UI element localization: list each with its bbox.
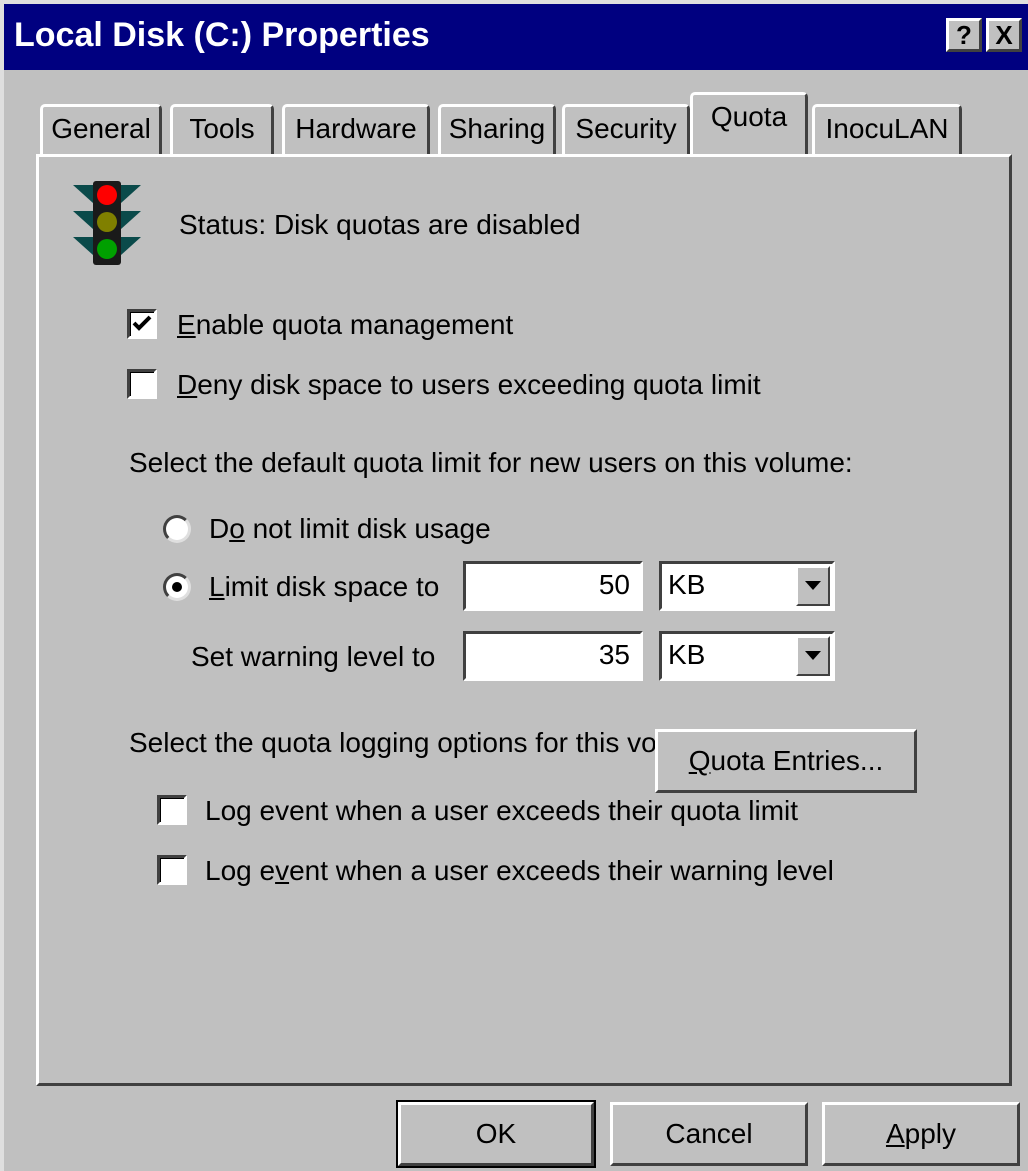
quota-entries-button[interactable]: Quota Entries... (655, 729, 917, 793)
quota-panel: Status: Disk quotas are disabled Enable … (36, 154, 1012, 1086)
check-mark-icon (132, 315, 152, 331)
close-button[interactable]: X (986, 18, 1022, 52)
limit-unit-value: KB (668, 569, 706, 600)
traffic-light-icon (73, 181, 141, 265)
deny-space-checkbox[interactable] (127, 369, 157, 399)
enable-quota-checkbox[interactable] (127, 309, 157, 339)
logging-heading: Select the quota logging options for thi… (129, 727, 726, 758)
log-warning-label: Log event when a user exceeds their warn… (205, 855, 834, 886)
warning-unit-value: KB (668, 639, 706, 670)
warning-label: Set warning level to (191, 641, 436, 672)
cancel-button[interactable]: Cancel (610, 1102, 808, 1166)
log-limit-checkbox[interactable] (157, 795, 187, 825)
title-bar[interactable]: Local Disk (C:) Properties ? X (4, 4, 1028, 70)
limit-radio[interactable] (163, 573, 191, 601)
log-warning-checkbox[interactable] (157, 855, 187, 885)
tab-hardware[interactable]: Hardware (282, 104, 430, 154)
deny-space-label: Deny disk space to users exceeding quota… (177, 369, 761, 400)
chevron-down-icon[interactable] (796, 636, 830, 676)
tab-tools[interactable]: Tools (170, 104, 274, 154)
enable-quota-label: Enable quota management (177, 309, 514, 340)
help-button[interactable]: ? (946, 18, 982, 52)
no-limit-radio[interactable] (163, 515, 191, 543)
tab-security[interactable]: Security (562, 104, 690, 154)
chevron-down-icon[interactable] (796, 566, 830, 606)
radio-selected-dot (172, 582, 182, 592)
window-title: Local Disk (C:) Properties (14, 16, 430, 54)
tab-general[interactable]: General (40, 104, 162, 154)
tab-sharing[interactable]: Sharing (438, 104, 556, 154)
warning-unit-select[interactable]: KB (659, 631, 835, 681)
tab-inoculan[interactable]: InocuLAN (812, 104, 962, 154)
default-limit-heading: Select the default quota limit for new u… (129, 447, 853, 478)
ok-button[interactable]: OK (396, 1100, 596, 1168)
status-text: Status: Disk quotas are disabled (179, 209, 581, 240)
log-limit-label: Log event when a user exceeds their quot… (205, 795, 799, 826)
properties-window: Local Disk (C:) Properties ? X General T… (0, 0, 1028, 1171)
no-limit-label: Do not limit disk usage (209, 513, 491, 544)
limit-value-input[interactable]: 50 (463, 561, 643, 611)
apply-button[interactable]: Apply (822, 1102, 1020, 1166)
warning-value-input[interactable]: 35 (463, 631, 643, 681)
limit-label: Limit disk space to (209, 571, 440, 602)
limit-unit-select[interactable]: KB (659, 561, 835, 611)
tab-quota[interactable]: Quota (690, 92, 808, 154)
